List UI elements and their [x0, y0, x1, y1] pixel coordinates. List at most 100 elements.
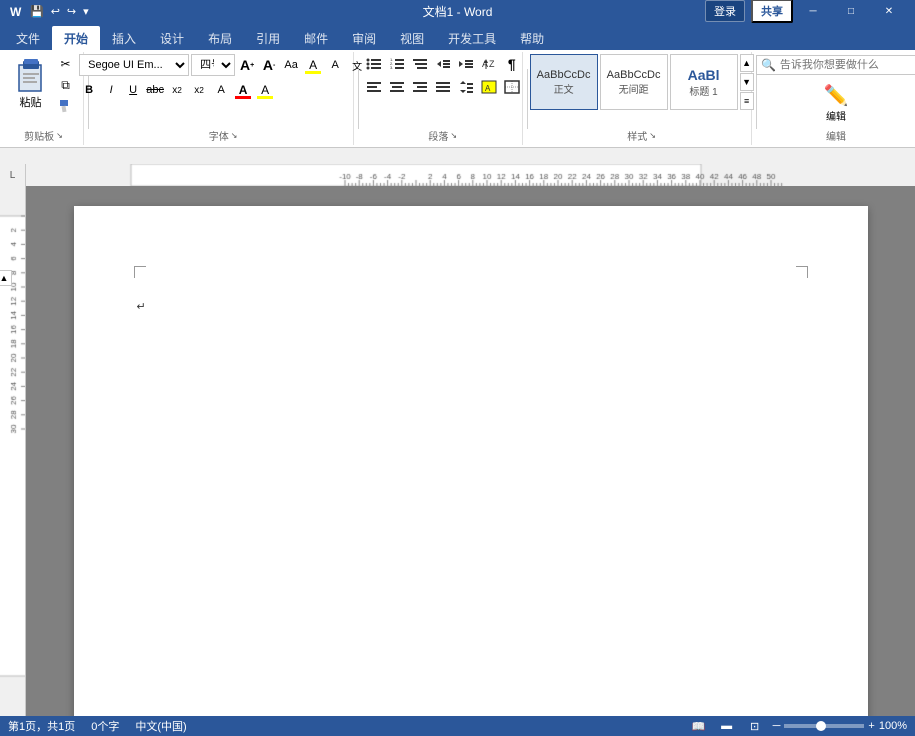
editing-label: 编辑 — [767, 128, 905, 143]
editing-content: 🔍 ✏️ 编辑 — [756, 54, 915, 126]
subscript-button[interactable]: x2 — [167, 80, 187, 100]
customize-quick-btn[interactable]: ▾ — [81, 5, 91, 18]
highlight-text-button[interactable]: A — [303, 55, 323, 75]
increase-indent-button[interactable] — [455, 54, 477, 74]
font-expand-icon[interactable]: ↘ — [231, 131, 238, 140]
copy-button[interactable]: ⧉ — [54, 75, 78, 95]
ribbon-collapse-button[interactable]: ▲ — [0, 270, 12, 286]
share-button[interactable]: 共享 — [751, 0, 793, 23]
align-left-button[interactable] — [363, 77, 385, 97]
zoom-in-button[interactable]: + — [868, 720, 874, 732]
line-spacing-button[interactable] — [455, 77, 477, 97]
bold-button[interactable]: B — [79, 80, 99, 100]
web-view-button[interactable]: ⊡ — [745, 718, 765, 734]
editing-group: 🔍 ✏️ 编辑 编辑 — [761, 52, 911, 145]
style-normal-label: 正文 — [554, 81, 574, 96]
styles-expand-icon[interactable]: ↘ — [649, 131, 656, 140]
font-grow-button[interactable]: A+ — [237, 55, 257, 75]
align-right-button[interactable] — [409, 77, 431, 97]
para-row-2: A — [363, 77, 523, 97]
style-no-spacing[interactable]: AaBbCcDc 无间距 — [600, 54, 668, 110]
style-heading1[interactable]: AaBl 标题 1 — [670, 54, 738, 110]
paragraph-expand-icon[interactable]: ↘ — [450, 131, 457, 140]
borders-button[interactable] — [501, 77, 523, 97]
ruler-corner[interactable]: L — [0, 164, 26, 186]
paragraph-mark: ↵ — [137, 300, 146, 313]
editing-buttons: ✏️ 编辑 — [756, 81, 915, 125]
justify-button[interactable] — [432, 77, 454, 97]
minimize-button[interactable]: ─ — [795, 0, 831, 22]
clipboard-expand-icon[interactable]: ↘ — [56, 131, 63, 140]
clipboard-content: 粘贴 ✂ ⧉ — [10, 54, 78, 126]
top-right-corner-mark — [796, 266, 808, 278]
format-painter-button[interactable] — [54, 96, 78, 116]
title-bar: W 💾 ↩ ↪ ▾ 文档1 - Word 登录 共享 ─ □ ✕ — [0, 0, 915, 22]
word-icon: W — [8, 3, 24, 19]
search-input[interactable] — [780, 59, 910, 71]
clear-format-button[interactable]: A — [211, 80, 231, 100]
underline-button[interactable]: U — [123, 80, 143, 100]
strikethrough-button[interactable]: abc — [145, 80, 165, 100]
font-family-select[interactable]: Segoe UI Em... — [79, 54, 189, 76]
document-area[interactable]: ↵ — [26, 186, 915, 716]
document-page[interactable]: ↵ — [74, 206, 868, 716]
sort-button[interactable]: A Z — [478, 54, 500, 74]
zoom-slider[interactable] — [784, 724, 864, 728]
quick-access-toolbar: 💾 ↩ ↪ ▾ — [28, 5, 91, 18]
tab-review[interactable]: 审阅 — [340, 26, 388, 50]
save-quick-btn[interactable]: 💾 — [28, 5, 46, 18]
style-normal[interactable]: AaBbCcDc 正文 — [530, 54, 598, 110]
align-center-button[interactable] — [386, 77, 408, 97]
tab-insert[interactable]: 插入 — [100, 26, 148, 50]
read-view-button[interactable]: 📖 — [689, 718, 709, 734]
cut-button[interactable]: ✂ — [54, 54, 78, 74]
tab-help[interactable]: 帮助 — [508, 26, 556, 50]
change-case-button[interactable]: Aa — [281, 55, 301, 75]
styles-content: AaBbCcDc 正文 AaBbCcDc 无间距 AaBl 标题 1 ▲ ▼ ≡ — [530, 54, 754, 126]
ribbon: 粘贴 ✂ ⧉ 剪贴板 ↘ Segoe UI Em. — [0, 50, 915, 148]
restore-button[interactable]: □ — [833, 0, 869, 22]
italic-button[interactable]: I — [101, 80, 121, 100]
font-size-select[interactable]: 四号 — [191, 54, 235, 76]
superscript-button[interactable]: x2 — [189, 80, 209, 100]
clipboard-group: 粘贴 ✂ ⧉ 剪贴板 ↘ — [4, 52, 84, 145]
login-button[interactable]: 登录 — [705, 0, 745, 22]
font-color-button[interactable]: A — [233, 80, 253, 100]
paste-icon — [14, 56, 48, 94]
tab-design[interactable]: 设计 — [148, 26, 196, 50]
zoom-out-button[interactable]: ─ — [773, 720, 781, 732]
tab-home[interactable]: 开始 — [52, 26, 100, 50]
style-scroll-down[interactable]: ▼ — [740, 73, 754, 91]
show-hide-button[interactable]: ¶ — [501, 54, 523, 74]
bullets-button[interactable] — [363, 54, 385, 74]
undo-quick-btn[interactable]: ↩ — [49, 5, 62, 18]
close-button[interactable]: ✕ — [871, 0, 907, 22]
text-effects-button[interactable]: A — [325, 55, 345, 75]
language-indicator[interactable]: 中文(中国) — [135, 718, 186, 734]
redo-quick-btn[interactable]: ↪ — [65, 5, 78, 18]
style-no-spacing-label: 无间距 — [619, 81, 649, 96]
svg-text:3.: 3. — [390, 65, 393, 70]
tab-view[interactable]: 视图 — [388, 26, 436, 50]
shading-button[interactable]: A — [478, 77, 500, 97]
font-shrink-button[interactable]: A- — [259, 55, 279, 75]
word-count: 0个字 — [91, 718, 119, 734]
multilevel-list-button[interactable] — [409, 54, 431, 74]
print-view-button[interactable]: ▬ — [717, 718, 737, 734]
editing-button[interactable]: ✏️ 编辑 — [816, 81, 857, 125]
style-scroll-up[interactable]: ▲ — [740, 54, 754, 72]
style-heading1-label: 标题 1 — [689, 83, 717, 98]
paste-button[interactable]: 粘贴 — [10, 54, 52, 112]
zoom-thumb[interactable] — [816, 721, 826, 731]
font-shading-button[interactable]: A — [255, 80, 275, 100]
tab-references[interactable]: 引用 — [244, 26, 292, 50]
numbering-button[interactable]: 1. 2. 3. — [386, 54, 408, 74]
tab-file[interactable]: 文件 — [4, 26, 52, 50]
tab-layout[interactable]: 布局 — [196, 26, 244, 50]
vertical-ruler — [0, 186, 26, 716]
window-title: 文档1 - Word — [423, 3, 493, 20]
style-scroll-more[interactable]: ≡ — [740, 92, 754, 110]
tab-developer[interactable]: 开发工具 — [436, 26, 508, 50]
decrease-indent-button[interactable] — [432, 54, 454, 74]
tab-mailings[interactable]: 邮件 — [292, 26, 340, 50]
